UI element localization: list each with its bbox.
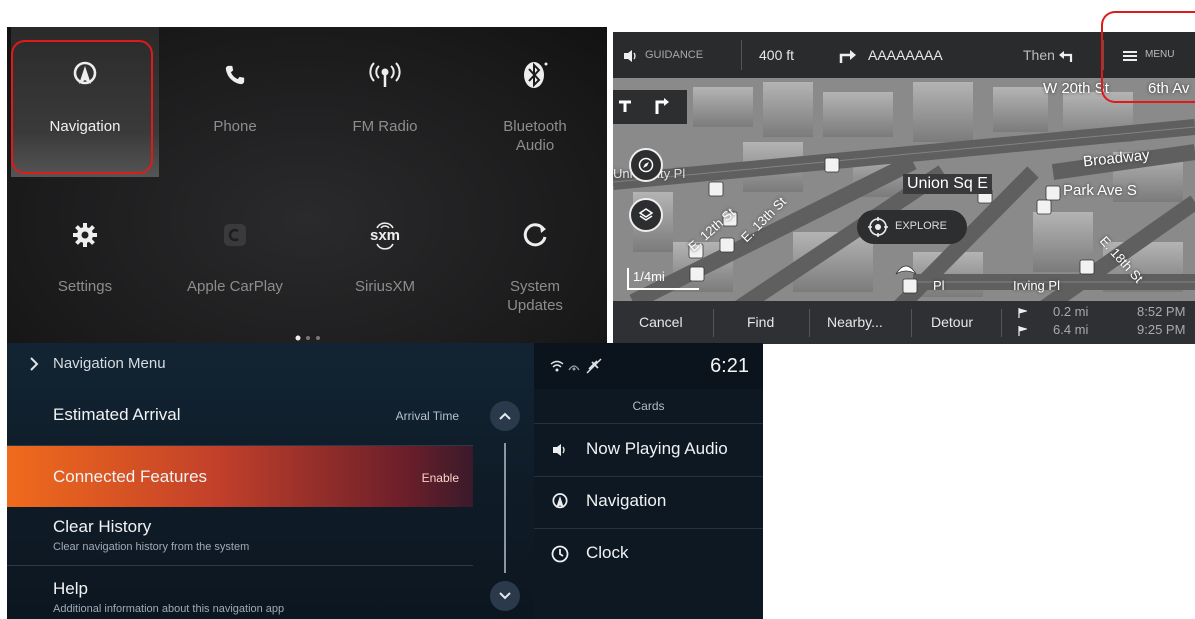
app-bluetooth-audio[interactable]: Bluetooth Audio <box>461 27 607 177</box>
destination-eta: 9:25 PM <box>1137 322 1186 337</box>
destination-flag-icon <box>1018 326 1027 336</box>
gear-icon <box>11 215 159 255</box>
explore-label: EXPLORE <box>895 220 947 232</box>
menu-item-connected-features[interactable]: Connected Features Enable <box>7 446 473 507</box>
nearby-button[interactable]: Nearby... <box>827 301 883 344</box>
explore-button[interactable]: EXPLORE <box>857 210 967 244</box>
card-label: Clock <box>586 543 629 562</box>
clock-time: 6:21 <box>710 355 749 377</box>
card-label: Navigation <box>586 491 667 510</box>
street-label: Irving Pl <box>1013 278 1060 293</box>
lane-arrows-icon <box>619 98 669 114</box>
vehicle-position-icon <box>895 265 917 275</box>
turn-right-icon <box>839 32 857 78</box>
item-subtitle: Additional information about this naviga… <box>53 603 285 615</box>
item-value: Arrival Time <box>395 409 459 423</box>
cards-panel: 6:21 Cards Now Playing Audio Navigation … <box>534 343 763 619</box>
card-label: Now Playing Audio <box>586 439 728 458</box>
highlight-box <box>1101 11 1195 103</box>
card-navigation[interactable]: Navigation <box>534 476 763 529</box>
route-summary: 0.2 mi 6.4 mi 8:52 PM 9:25 PM <box>1011 304 1195 342</box>
app-apple-carplay[interactable]: Apple CarPlay <box>161 187 309 337</box>
street-label: Pl <box>933 278 945 293</box>
card-now-playing-audio[interactable]: Now Playing Audio <box>534 424 763 477</box>
item-value: Enable <box>421 471 459 485</box>
fm-radio-icon <box>311 55 459 95</box>
item-title: Connected Features <box>53 467 208 486</box>
waypoint-flag-icon <box>1018 308 1027 318</box>
cards-title: Cards <box>632 399 665 413</box>
menu-item-help[interactable]: Help Additional information about this n… <box>7 565 473 619</box>
guidance-label[interactable]: GUIDANCE <box>645 32 703 78</box>
next-street: AAAAAAAA <box>868 47 943 63</box>
compass-icon <box>638 157 654 173</box>
item-title: Clear History <box>53 517 152 536</box>
clock-icon <box>550 544 570 564</box>
status-bar: 6:21 <box>534 343 763 389</box>
app-label: Phone <box>213 118 257 135</box>
scrollbar[interactable] <box>504 443 506 573</box>
explore-icon <box>868 217 888 237</box>
menu-item-clear-history[interactable]: Clear History Clear navigation history f… <box>7 507 473 566</box>
street-label: W 20th St <box>1043 80 1109 97</box>
app-label: Bluetooth Audio <box>503 118 567 154</box>
find-button[interactable]: Find <box>747 301 774 344</box>
turn-left-icon <box>1059 32 1073 78</box>
layers-button[interactable] <box>629 198 663 232</box>
waypoint-eta: 8:52 PM <box>1137 304 1186 319</box>
siriusxm-icon: sxm <box>311 215 459 255</box>
chevron-down-icon <box>499 592 511 600</box>
app-label: Apple CarPlay <box>187 278 283 295</box>
then-label: Then <box>1023 47 1055 63</box>
scroll-down-button[interactable] <box>490 581 520 611</box>
item-subtitle: Clear navigation history from the system <box>53 541 250 553</box>
distance-to-turn: 400 ft <box>759 47 795 63</box>
highlight-box <box>11 40 153 174</box>
scroll-up-button[interactable] <box>490 401 520 431</box>
item-title: Estimated Arrival <box>53 405 181 424</box>
carplay-icon <box>161 215 309 255</box>
gps-off-icon <box>586 358 602 374</box>
cancel-button[interactable]: Cancel <box>639 301 683 344</box>
app-label: Settings <box>57 278 113 295</box>
lane-guidance <box>613 90 687 124</box>
phone-icon <box>161 55 309 95</box>
app-phone[interactable]: Phone <box>161 27 309 177</box>
siriusxm-badge: sxm <box>369 227 401 244</box>
menu-title: Navigation Menu <box>53 355 166 372</box>
map-scale: 1/4mi <box>627 268 699 290</box>
wifi-icon <box>550 360 564 372</box>
street-label: Park Ave S <box>1063 182 1137 199</box>
refresh-icon <box>461 215 607 255</box>
chevron-right-icon <box>30 357 39 371</box>
street-label: Union Sq E <box>903 174 992 194</box>
menu-header[interactable]: Navigation Menu <box>7 343 534 385</box>
route-bar: Cancel Find Nearby... Detour 0.2 mi 6.4 … <box>613 301 1195 344</box>
app-fm-radio[interactable]: FM Radio <box>311 27 459 177</box>
navigation-menu: Navigation Menu Estimated Arrival Arriva… <box>7 343 534 619</box>
bluetooth-icon <box>461 55 607 95</box>
menu-item-estimated-arrival[interactable]: Estimated Arrival Arrival Time <box>7 385 473 446</box>
app-label: System Updates <box>507 278 563 314</box>
compass-button[interactable] <box>629 148 663 182</box>
detour-button[interactable]: Detour <box>931 301 973 344</box>
item-title: Help <box>53 579 88 598</box>
signal-icon <box>568 365 580 371</box>
app-label: FM Radio <box>352 118 418 135</box>
speaker-icon <box>550 440 570 460</box>
app-siriusxm[interactable]: sxm SiriusXM <box>311 187 459 337</box>
app-label: SiriusXM <box>354 278 415 295</box>
speaker-icon[interactable] <box>623 32 639 78</box>
navigation-icon <box>550 492 570 512</box>
layers-icon <box>638 208 654 221</box>
scale-label: 1/4mi <box>633 269 665 284</box>
chevron-up-icon <box>499 412 511 420</box>
waypoint-distance: 0.2 mi <box>1053 304 1089 319</box>
card-clock[interactable]: Clock <box>534 528 763 580</box>
page-indicator <box>295 335 320 341</box>
app-settings[interactable]: Settings <box>11 187 159 337</box>
destination-distance: 6.4 mi <box>1053 322 1089 337</box>
app-system-updates[interactable]: System Updates <box>461 187 607 337</box>
